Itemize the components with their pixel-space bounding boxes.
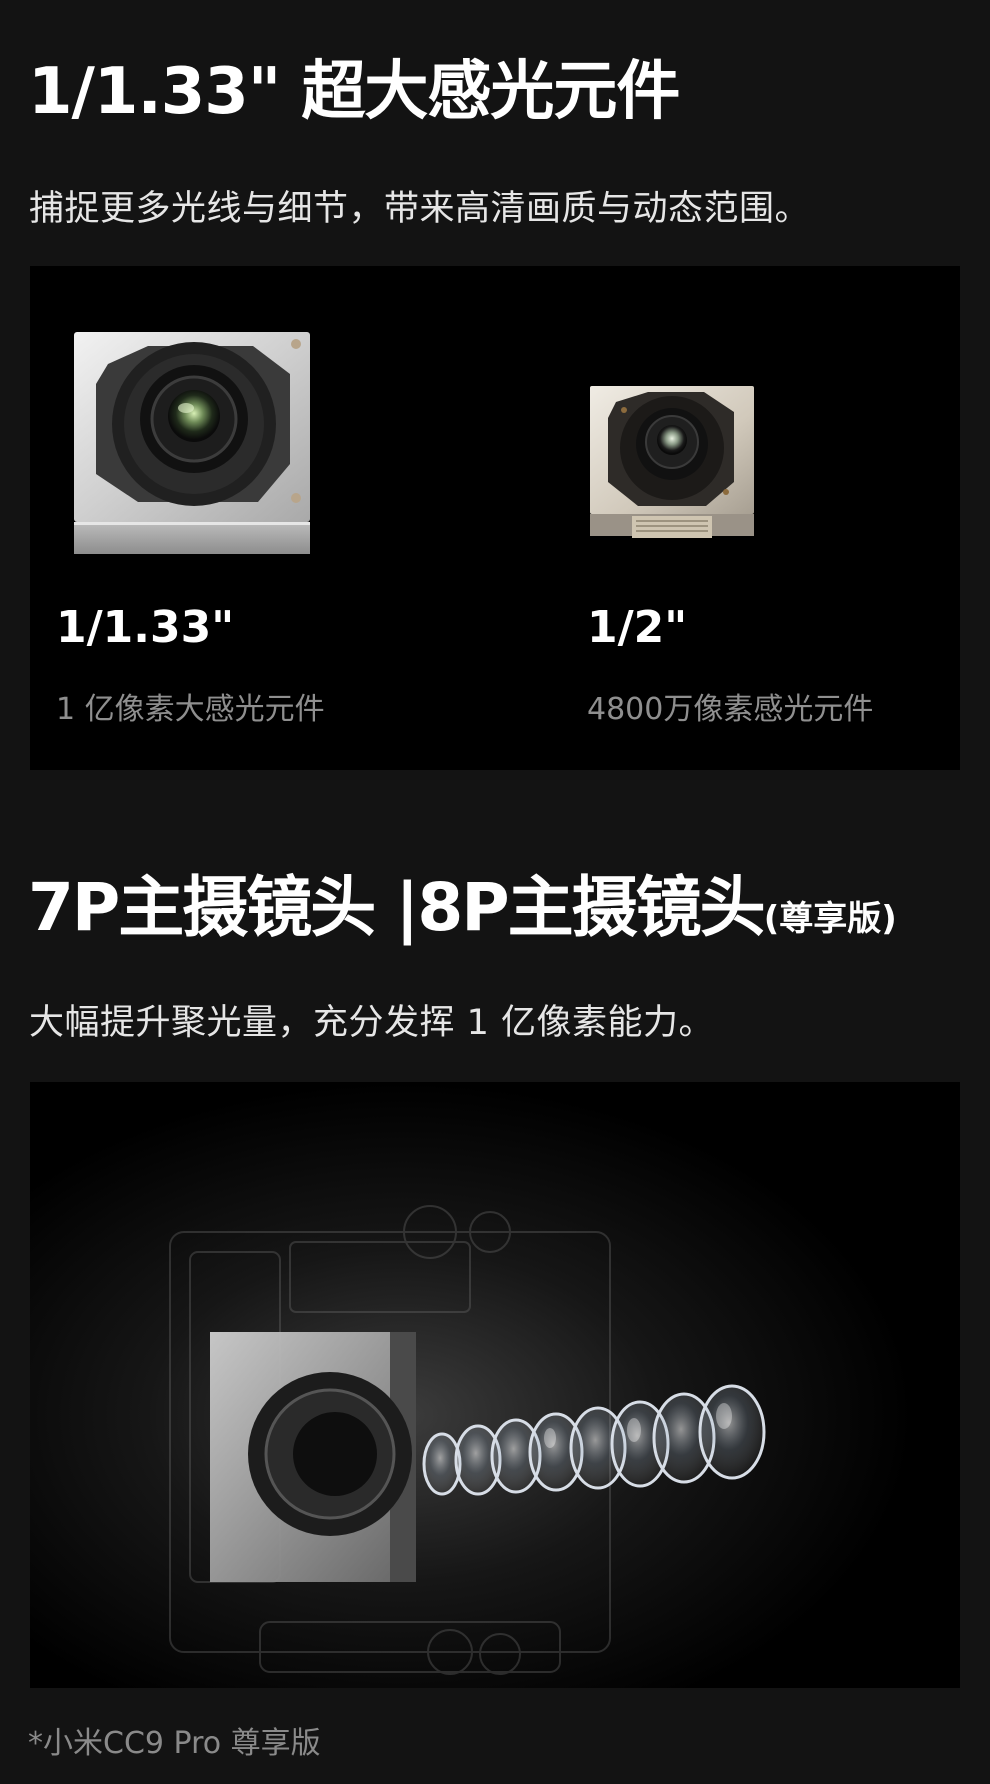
large-sensor-image — [74, 332, 310, 554]
large-sensor-desc: 1 亿像素大感光元件 — [56, 692, 325, 727]
lens-title-main: 7P主摄镜头 |8P主摄镜头 — [28, 869, 766, 946]
small-sensor-size: 1/2" — [587, 602, 688, 653]
lens-stack-image — [30, 1082, 960, 1688]
small-sensor-image — [590, 386, 754, 538]
sensor-section-subtitle: 捕捉更多光线与细节，带来高清画质与动态范围。 — [29, 189, 811, 229]
footnote: *小米CC9 Pro 尊享版 — [28, 1726, 321, 1761]
sensor-comparison-panel: 1/1.33" 1 亿像素大感光元件 1/2" 4800万像素感光元件 — [30, 266, 960, 770]
lens-section-title: 7P主摄镜头 |8P主摄镜头(尊享版) — [28, 854, 897, 950]
lens-illustration-panel — [30, 1082, 960, 1688]
lens-section-subtitle: 大幅提升聚光量，充分发挥 1 亿像素能力。 — [29, 1003, 715, 1043]
sensor-section-title: 1/1.33" 超大感光元件 — [28, 55, 680, 129]
small-sensor-desc: 4800万像素感光元件 — [587, 692, 874, 727]
lens-title-note: (尊享版) — [763, 899, 897, 939]
large-sensor-size: 1/1.33" — [56, 602, 235, 653]
